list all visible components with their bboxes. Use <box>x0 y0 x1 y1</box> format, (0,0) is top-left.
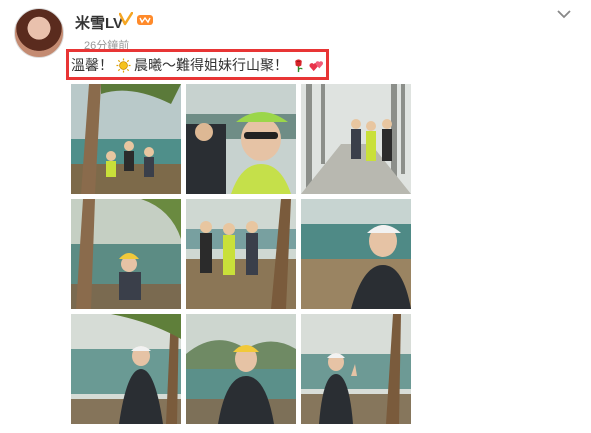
photo-thumbnail-1[interactable] <box>71 84 181 194</box>
photo-thumbnail-9[interactable] <box>301 314 411 424</box>
photo-thumbnail-5[interactable] <box>186 199 296 309</box>
verified-badge-icon <box>119 12 133 26</box>
photo-thumbnail-6[interactable] <box>301 199 411 309</box>
vip-crown-icon[interactable] <box>136 12 154 26</box>
chevron-down-icon[interactable] <box>556 8 572 20</box>
photo-thumbnail-3[interactable] <box>301 84 411 194</box>
photo-thumbnail-7[interactable] <box>71 314 181 424</box>
sun-emoji-icon <box>116 57 131 73</box>
rose-emoji-icon <box>295 58 303 72</box>
two-hearts-emoji-icon <box>309 60 324 71</box>
photo-thumbnail-4[interactable] <box>71 199 181 309</box>
photo-thumbnail-8[interactable] <box>186 314 296 424</box>
post-caption: 溫馨！ 晨曦～難得姐妹行山聚！ <box>71 55 324 75</box>
photo-grid <box>71 84 411 424</box>
username[interactable]: 米雪LV <box>75 12 123 33</box>
caption-text-1: 溫馨！ <box>71 57 113 73</box>
avatar[interactable] <box>14 8 64 58</box>
caption-text-2: 晨曦～難得姐妹行山聚！ <box>134 57 288 73</box>
photo-thumbnail-2[interactable] <box>186 84 296 194</box>
